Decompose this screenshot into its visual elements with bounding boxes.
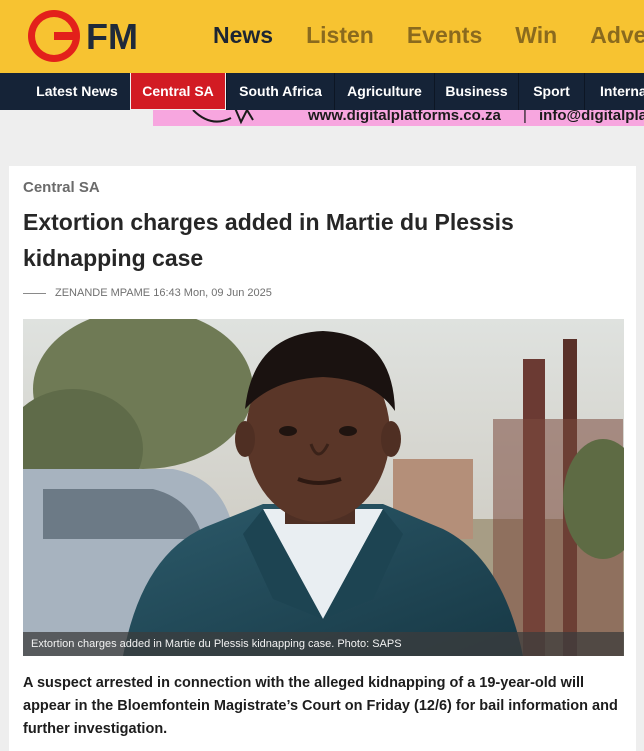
- article-category[interactable]: Central SA: [23, 179, 100, 196]
- nav-win[interactable]: Win: [515, 22, 557, 49]
- svg-text:FM: FM: [86, 16, 138, 57]
- section-tab-agriculture[interactable]: Agriculture: [334, 73, 434, 110]
- section-tab-business[interactable]: Business: [434, 73, 518, 110]
- site-header: FM News Listen Events Win Adve: [0, 0, 644, 73]
- ad-separator: |: [523, 110, 527, 124]
- photo-caption: Extortion charges added in Martie du Ple…: [23, 632, 624, 656]
- byline-divider: [23, 292, 46, 294]
- article-headline: Extortion charges added in Martie du Ple…: [23, 209, 514, 271]
- ad-graphic: [192, 110, 254, 125]
- section-tab-latest-news[interactable]: Latest News: [24, 73, 130, 110]
- nav-listen[interactable]: Listen: [306, 22, 374, 49]
- ad-email[interactable]: info@digitalpla: [539, 110, 644, 124]
- section-tab-sport[interactable]: Sport: [518, 73, 584, 110]
- article-photo[interactable]: Extortion charges added in Martie du Ple…: [23, 319, 624, 656]
- article-lead: A suspect arrested in connection with th…: [23, 675, 618, 737]
- article-card: Central SA Extortion charges added in Ma…: [9, 166, 636, 751]
- nav-events[interactable]: Events: [407, 22, 482, 49]
- article-byline: ZENANDE MPAME 16:43 Mon, 09 Jun 2025: [23, 287, 272, 299]
- primary-nav: News Listen Events Win Adve: [213, 22, 644, 49]
- nav-news[interactable]: News: [213, 22, 273, 49]
- section-tab-central-sa[interactable]: Central SA: [130, 73, 226, 110]
- ofm-logo[interactable]: FM: [24, 6, 164, 66]
- ad-banner[interactable]: www.digitalplatforms.co.za | info@digita…: [153, 110, 644, 126]
- nav-advertise[interactable]: Adve: [590, 22, 644, 49]
- article-timestamp: 16:43 Mon, 09 Jun 2025: [153, 287, 272, 299]
- section-nav: Latest News Central SA South Africa Agri…: [0, 73, 644, 110]
- photo-illustration: [23, 319, 624, 656]
- section-tab-international[interactable]: Internat: [584, 73, 644, 110]
- ad-url[interactable]: www.digitalplatforms.co.za: [308, 110, 501, 124]
- section-tab-south-africa[interactable]: South Africa: [226, 73, 334, 110]
- article-author[interactable]: ZENANDE MPAME: [55, 287, 150, 299]
